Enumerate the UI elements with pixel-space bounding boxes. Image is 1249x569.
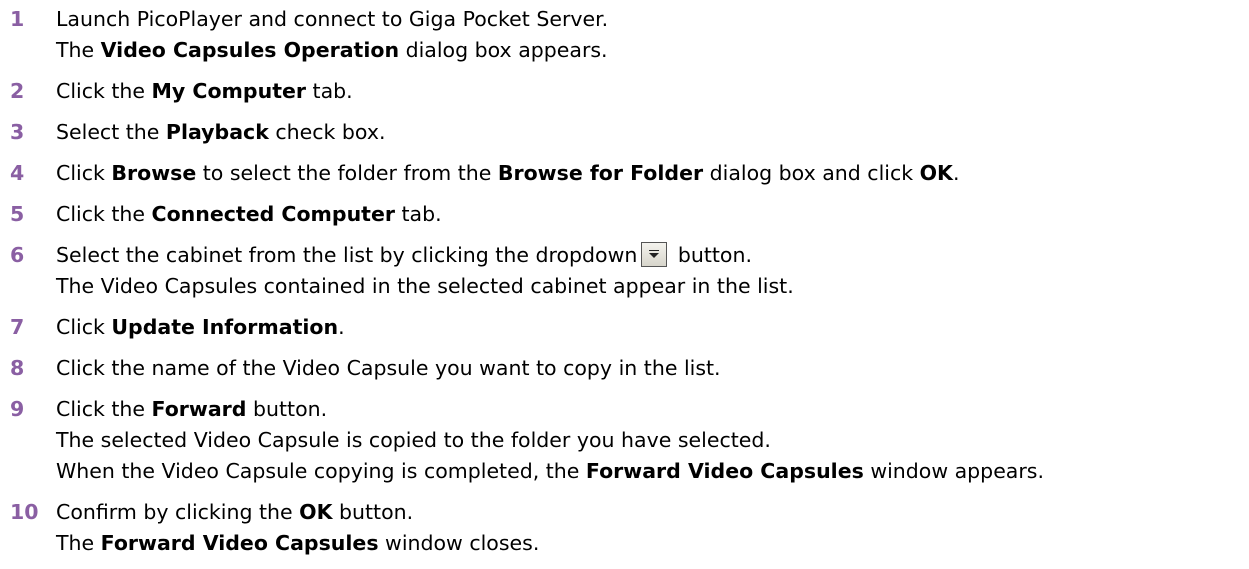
dropdown-arrow-icon: [641, 242, 668, 267]
step-text: button.: [671, 243, 752, 267]
step-text: Click: [56, 315, 112, 339]
step-text: check box.: [268, 120, 386, 144]
step-text: When the Video Capsule copying is comple…: [56, 459, 586, 483]
step-line: Click the name of the Video Capsule you …: [56, 353, 1245, 384]
step-text: Click the name of the Video Capsule you …: [56, 356, 721, 380]
step-number: 6: [10, 243, 25, 267]
step-line: Click the My Computer tab.: [56, 76, 1245, 107]
step-text: button.: [332, 500, 414, 524]
step-number: 7: [10, 315, 25, 339]
step-line: The Video Capsules contained in the sele…: [56, 271, 1245, 302]
ui-term: OK: [919, 161, 953, 185]
step-text: tab.: [306, 79, 353, 103]
ui-term: Update Information: [111, 315, 339, 339]
step-line: Click the Forward button.: [56, 394, 1245, 425]
step-text: Click the: [56, 79, 152, 103]
instruction-steps: 1 Launch PicoPlayer and connect to Giga …: [10, 4, 1245, 569]
step-4: 4 Click Browse to select the folder from…: [10, 158, 1245, 189]
step-5: 5 Click the Connected Computer tab.: [10, 199, 1245, 230]
step-7: 7 Click Update Information.: [10, 312, 1245, 343]
step-text: to select the folder from the: [196, 161, 498, 185]
step-number: 5: [10, 202, 25, 226]
step-3: 3 Select the Playback check box.: [10, 117, 1245, 148]
step-text: Launch PicoPlayer and connect to Giga Po…: [56, 7, 609, 31]
step-number: 2: [10, 79, 25, 103]
step-number: 3: [10, 120, 25, 144]
step-text: dialog box appears.: [399, 38, 608, 62]
step-line: Confirm by clicking the OK button.: [56, 497, 1245, 528]
step-text: dialog box and click: [703, 161, 920, 185]
ui-term: Playback: [165, 120, 269, 144]
step-text: The: [56, 38, 101, 62]
step-line: Click the Connected Computer tab.: [56, 199, 1245, 230]
step-text: Select the: [56, 120, 166, 144]
step-line: The Forward Video Capsules window closes…: [56, 528, 1245, 559]
step-text: The Video Capsules contained in the sele…: [56, 274, 794, 298]
step-number: 8: [10, 356, 25, 380]
step-number: 9: [10, 397, 25, 421]
step-text: .: [952, 161, 960, 185]
step-text: Click the: [56, 397, 152, 421]
step-text: window appears.: [863, 459, 1044, 483]
step-number: 1: [10, 7, 25, 31]
ui-term: Video Capsules Operation: [100, 38, 400, 62]
step-line: The selected Video Capsule is copied to …: [56, 425, 1245, 456]
ui-term: Browse: [111, 161, 197, 185]
step-text: The: [56, 531, 101, 555]
step-text: Select the cabinet from the list by clic…: [56, 243, 638, 267]
step-line: Select the cabinet from the list by clic…: [56, 240, 1245, 271]
ui-term: Browse for Folder: [497, 161, 704, 185]
step-line: Click Browse to select the folder from t…: [56, 158, 1245, 189]
step-text: Confirm by clicking the: [56, 500, 300, 524]
step-text: window closes.: [378, 531, 540, 555]
ui-term: Forward: [151, 397, 247, 421]
step-8: 8 Click the name of the Video Capsule yo…: [10, 353, 1245, 384]
step-text: .: [338, 315, 345, 339]
step-1: 1 Launch PicoPlayer and connect to Giga …: [10, 4, 1245, 66]
ui-term: Forward Video Capsules: [100, 531, 379, 555]
step-2: 2 Click the My Computer tab.: [10, 76, 1245, 107]
step-text: tab.: [395, 202, 442, 226]
step-line: Select the Playback check box.: [56, 117, 1245, 148]
step-line: Click Update Information.: [56, 312, 1245, 343]
step-line: The Video Capsules Operation dialog box …: [56, 35, 1245, 66]
ui-term: Forward Video Capsules: [585, 459, 864, 483]
ui-term: My Computer: [151, 79, 307, 103]
step-line: Launch PicoPlayer and connect to Giga Po…: [56, 4, 1245, 35]
step-number: 4: [10, 161, 25, 185]
ui-term: Connected Computer: [151, 202, 395, 226]
step-text: The selected Video Capsule is copied to …: [56, 428, 771, 452]
ui-term: OK: [299, 500, 333, 524]
step-text: Click the: [56, 202, 152, 226]
step-10: 10 Confirm by clicking the OK button. Th…: [10, 497, 1245, 559]
step-6: 6 Select the cabinet from the list by cl…: [10, 240, 1245, 302]
step-line: When the Video Capsule copying is comple…: [56, 456, 1245, 487]
step-text: button.: [246, 397, 328, 421]
step-text: Click: [56, 161, 112, 185]
step-number: 10: [10, 500, 39, 524]
step-9: 9 Click the Forward button. The selected…: [10, 394, 1245, 487]
